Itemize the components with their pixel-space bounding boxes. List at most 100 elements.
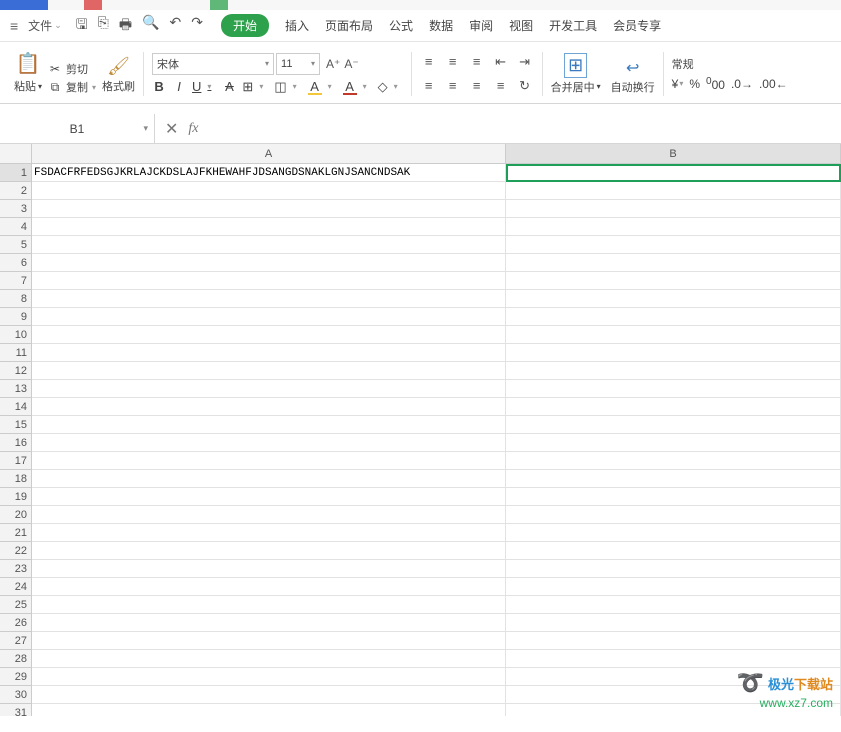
cell[interactable] bbox=[32, 218, 506, 236]
strikethrough-button[interactable]: A bbox=[222, 79, 236, 94]
print-icon[interactable]: 🖶 bbox=[119, 14, 132, 38]
tab-start[interactable]: 开始 bbox=[221, 14, 269, 37]
row-header[interactable]: 6 bbox=[0, 254, 32, 272]
increase-decimal-button[interactable]: .0→ bbox=[731, 77, 753, 91]
cell[interactable] bbox=[506, 398, 841, 416]
cell[interactable] bbox=[32, 596, 506, 614]
italic-button[interactable]: I bbox=[172, 79, 186, 94]
name-box-input[interactable] bbox=[6, 122, 148, 136]
cell[interactable] bbox=[506, 614, 841, 632]
row-header[interactable]: 4 bbox=[0, 218, 32, 236]
cell[interactable] bbox=[506, 236, 841, 254]
cell[interactable] bbox=[506, 686, 841, 704]
cell[interactable] bbox=[32, 362, 506, 380]
cell[interactable] bbox=[506, 650, 841, 668]
row-header[interactable]: 3 bbox=[0, 200, 32, 218]
cell[interactable] bbox=[506, 452, 841, 470]
row-header[interactable]: 19 bbox=[0, 488, 32, 506]
cell[interactable] bbox=[506, 632, 841, 650]
cell[interactable] bbox=[506, 596, 841, 614]
border-button[interactable]: ⊞▾ bbox=[242, 79, 268, 95]
tab-developer[interactable]: 开发工具 bbox=[549, 17, 597, 34]
tab-review[interactable]: 审阅 bbox=[469, 17, 493, 34]
row-header[interactable]: 2 bbox=[0, 182, 32, 200]
cell[interactable] bbox=[506, 488, 841, 506]
cell[interactable] bbox=[506, 254, 841, 272]
row-header[interactable]: 18 bbox=[0, 470, 32, 488]
row-header[interactable]: 5 bbox=[0, 236, 32, 254]
row-header[interactable]: 8 bbox=[0, 290, 32, 308]
tab-view[interactable]: 视图 bbox=[509, 17, 533, 34]
file-menu[interactable]: 文件 ⌄ bbox=[24, 17, 66, 34]
cell[interactable] bbox=[32, 506, 506, 524]
cell[interactable] bbox=[506, 200, 841, 218]
font-name-select[interactable]: 宋体▾ bbox=[152, 53, 274, 75]
fill-color-button[interactable]: A▾ bbox=[308, 79, 337, 94]
cell[interactable] bbox=[32, 614, 506, 632]
tab-page-layout[interactable]: 页面布局 bbox=[325, 17, 373, 34]
doc-tab[interactable] bbox=[0, 0, 48, 10]
print-preview-icon[interactable]: 🔍 bbox=[142, 14, 159, 38]
cell[interactable] bbox=[506, 272, 841, 290]
decrease-decimal-button[interactable]: .00← bbox=[759, 77, 788, 91]
cell[interactable] bbox=[32, 380, 506, 398]
tab-insert[interactable]: 插入 bbox=[285, 17, 309, 34]
cell[interactable] bbox=[506, 470, 841, 488]
format-painter-button[interactable]: 🖌 格式刷 bbox=[102, 56, 135, 96]
merge-center-button[interactable]: ⊞ 合并居中▾ bbox=[551, 53, 601, 95]
cell[interactable] bbox=[506, 290, 841, 308]
cell[interactable] bbox=[506, 182, 841, 200]
row-header[interactable]: 21 bbox=[0, 524, 32, 542]
row-header[interactable]: 17 bbox=[0, 452, 32, 470]
paste-button[interactable]: 📋 粘贴▾ bbox=[14, 51, 42, 96]
row-header[interactable]: 20 bbox=[0, 506, 32, 524]
row-header[interactable]: 22 bbox=[0, 542, 32, 560]
cancel-icon[interactable]: ✕ bbox=[165, 119, 178, 139]
increase-font-icon[interactable]: A⁺ bbox=[326, 57, 340, 71]
cell[interactable] bbox=[32, 488, 506, 506]
align-center-icon[interactable]: ≡ bbox=[444, 78, 462, 93]
cell[interactable] bbox=[32, 416, 506, 434]
cell[interactable] bbox=[32, 686, 506, 704]
row-header[interactable]: 28 bbox=[0, 650, 32, 668]
cell[interactable] bbox=[32, 254, 506, 272]
align-top-icon[interactable]: ≡ bbox=[420, 54, 438, 69]
tab-member[interactable]: 会员专享 bbox=[613, 17, 661, 34]
row-header[interactable]: 15 bbox=[0, 416, 32, 434]
undo-icon[interactable]: ↶ bbox=[170, 14, 182, 38]
doc-tab[interactable] bbox=[210, 0, 228, 10]
fx-icon[interactable]: fx bbox=[188, 121, 198, 137]
cell[interactable] bbox=[32, 326, 506, 344]
cell[interactable] bbox=[506, 344, 841, 362]
indent-decrease-icon[interactable]: ⇤ bbox=[492, 54, 510, 70]
row-header[interactable]: 16 bbox=[0, 434, 32, 452]
cell[interactable] bbox=[32, 524, 506, 542]
align-left-icon[interactable]: ≡ bbox=[420, 78, 438, 93]
cell[interactable] bbox=[32, 542, 506, 560]
row-header[interactable]: 13 bbox=[0, 380, 32, 398]
doc-tab[interactable] bbox=[84, 0, 102, 10]
row-header[interactable]: 23 bbox=[0, 560, 32, 578]
cell[interactable] bbox=[32, 668, 506, 686]
row-header[interactable]: 25 bbox=[0, 596, 32, 614]
row-header[interactable]: 10 bbox=[0, 326, 32, 344]
cell[interactable] bbox=[506, 668, 841, 686]
cell[interactable] bbox=[506, 542, 841, 560]
cell[interactable] bbox=[506, 218, 841, 236]
align-bottom-icon[interactable]: ≡ bbox=[468, 54, 486, 69]
currency-button[interactable]: ¥▾ bbox=[672, 77, 684, 91]
wrap-text-button[interactable]: ↩ 自动换行 bbox=[611, 58, 655, 95]
cells-area[interactable]: FSDACFRFEDSGJKRLAJCKDSLAJFKHEWAHFJDSANGD… bbox=[32, 164, 841, 716]
formula-input[interactable] bbox=[209, 114, 841, 143]
redo-icon[interactable]: ↷ bbox=[191, 14, 203, 38]
indent-increase-icon[interactable]: ⇥ bbox=[516, 54, 534, 70]
cell[interactable] bbox=[32, 578, 506, 596]
clear-format-button[interactable]: ◇▾ bbox=[378, 79, 403, 95]
cell[interactable] bbox=[32, 434, 506, 452]
cell[interactable] bbox=[32, 650, 506, 668]
cell[interactable] bbox=[506, 380, 841, 398]
row-header[interactable]: 12 bbox=[0, 362, 32, 380]
column-header-b[interactable]: B bbox=[506, 144, 841, 164]
column-header-a[interactable]: A bbox=[32, 144, 506, 164]
row-header[interactable]: 7 bbox=[0, 272, 32, 290]
